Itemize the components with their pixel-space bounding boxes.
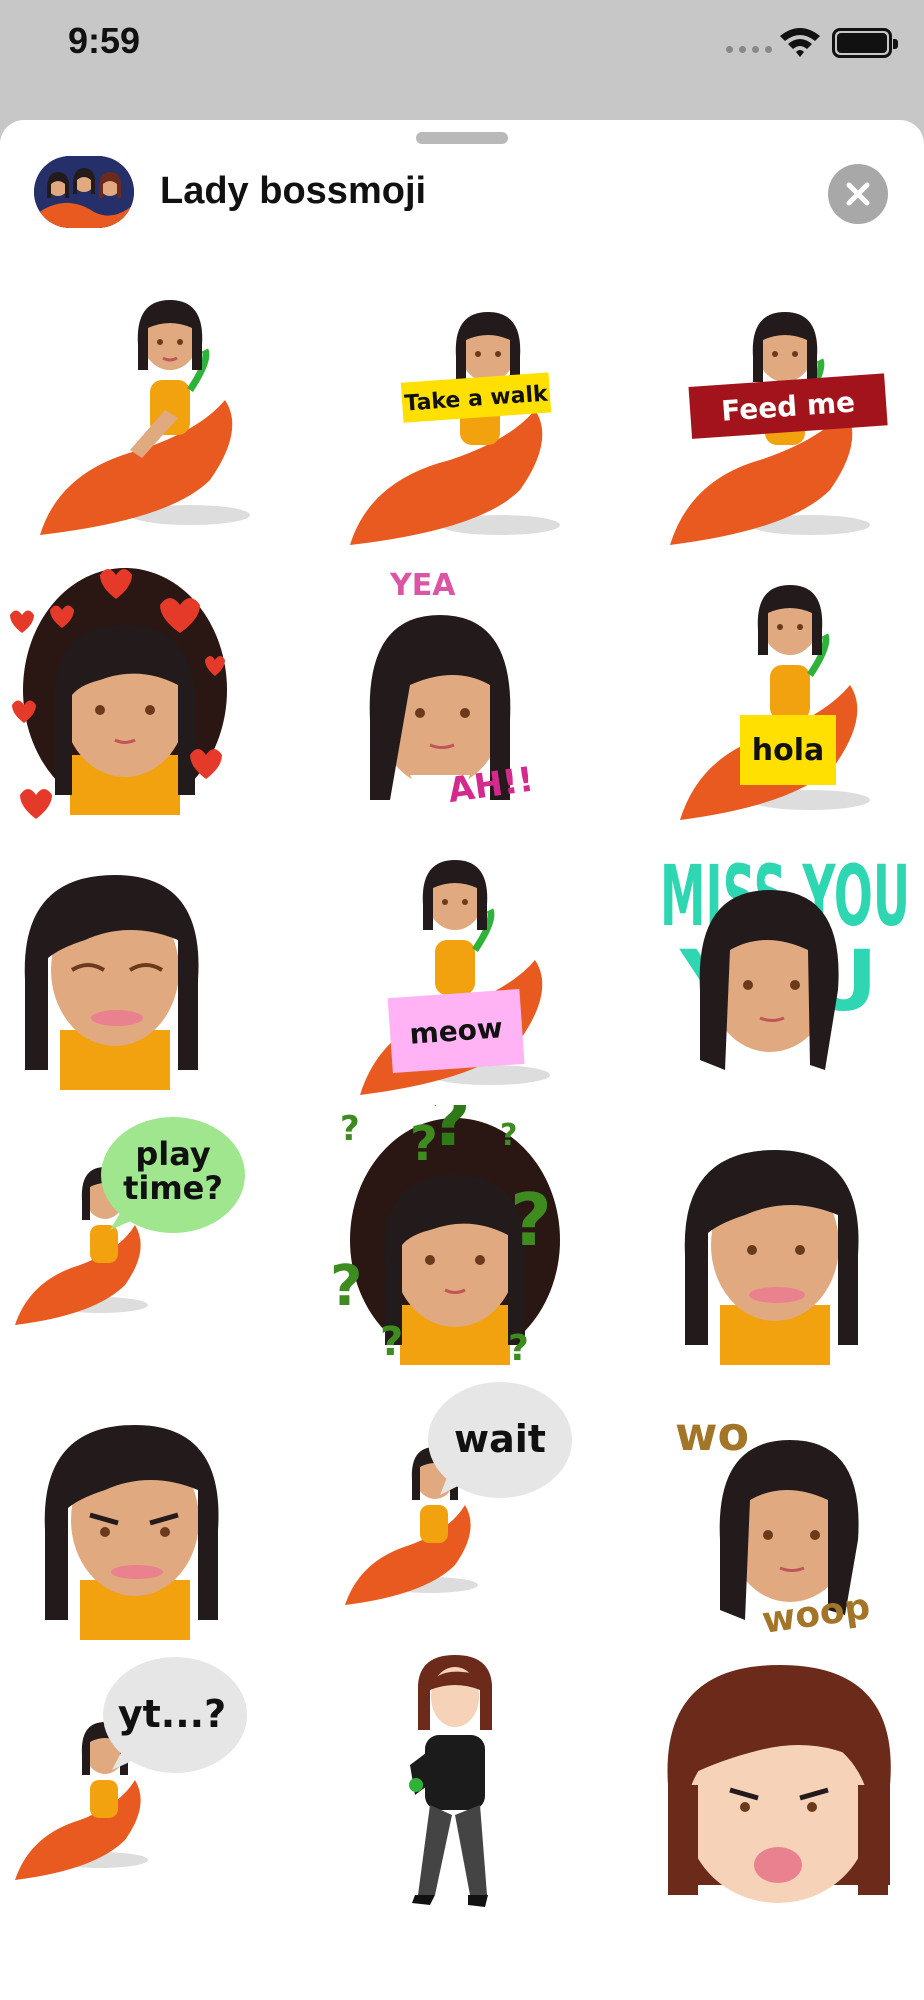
wifi-icon — [780, 28, 820, 57]
sticker-feed-me[interactable]: Feed me — [640, 280, 920, 550]
svg-text:?: ? — [380, 1319, 403, 1365]
sticker-label: meow — [408, 1011, 503, 1050]
sticker-yeah-face[interactable]: YEA AH!! — [330, 555, 610, 825]
sticker-label: play — [135, 1135, 210, 1173]
svg-text:?: ? — [330, 1254, 362, 1319]
app-icon — [34, 156, 134, 228]
cellular-signal-icon — [726, 46, 772, 53]
svg-text:YEA: YEA — [389, 568, 456, 603]
svg-text:?: ? — [510, 1178, 552, 1262]
status-bar: 9:59 — [0, 0, 924, 90]
sticker-brown-hair-lady[interactable] — [330, 1655, 610, 1925]
sticker-sitting-lady[interactable] — [20, 280, 300, 550]
close-button[interactable] — [828, 164, 888, 224]
sticker-label: hola — [752, 733, 825, 768]
sticker-label: yt...? — [118, 1692, 226, 1736]
sheet-grabber[interactable] — [416, 132, 508, 144]
sticker-label: wo — [675, 1407, 749, 1461]
sticker-sheet: Lady bossmoji Take a walk Feed me YEA AH… — [0, 120, 924, 2000]
sticker-hearts-face[interactable] — [0, 555, 280, 825]
sticker-laughing-face[interactable] — [0, 830, 280, 1100]
sticker-brown-hair-face[interactable] — [640, 1655, 920, 1925]
sticker-play-time[interactable]: play time? — [0, 1105, 280, 1375]
status-time: 9:59 — [68, 20, 141, 61]
sticker-hola[interactable]: hola — [640, 555, 920, 825]
sticker-yt[interactable]: yt...? — [0, 1655, 280, 1925]
battery-icon — [832, 28, 898, 58]
sticker-take-a-walk[interactable]: Take a walk — [330, 280, 610, 550]
sticker-question-face[interactable]: ? ? ? ? ? ? ? ? — [330, 1105, 610, 1375]
sticker-woop-face[interactable]: wo woop — [640, 1380, 920, 1650]
sticker-wait[interactable]: wait — [330, 1380, 610, 1650]
sticker-label: time? — [123, 1169, 223, 1207]
sticker-miss-you[interactable]: MISS YOU YOU — [640, 830, 920, 1100]
svg-text:?: ? — [340, 1109, 360, 1149]
app-title: Lady bossmoji — [160, 170, 427, 212]
svg-text:?: ? — [430, 1105, 471, 1162]
svg-text:?: ? — [500, 1118, 517, 1153]
sheet-header: Lady bossmoji — [0, 150, 924, 250]
sticker-label: wait — [454, 1417, 546, 1461]
close-icon — [846, 182, 870, 206]
sticker-smiling-face[interactable] — [640, 1105, 920, 1375]
svg-text:?: ? — [508, 1328, 529, 1369]
sticker-smirk-face[interactable] — [10, 1380, 290, 1650]
sticker-meow[interactable]: meow — [330, 830, 610, 1100]
